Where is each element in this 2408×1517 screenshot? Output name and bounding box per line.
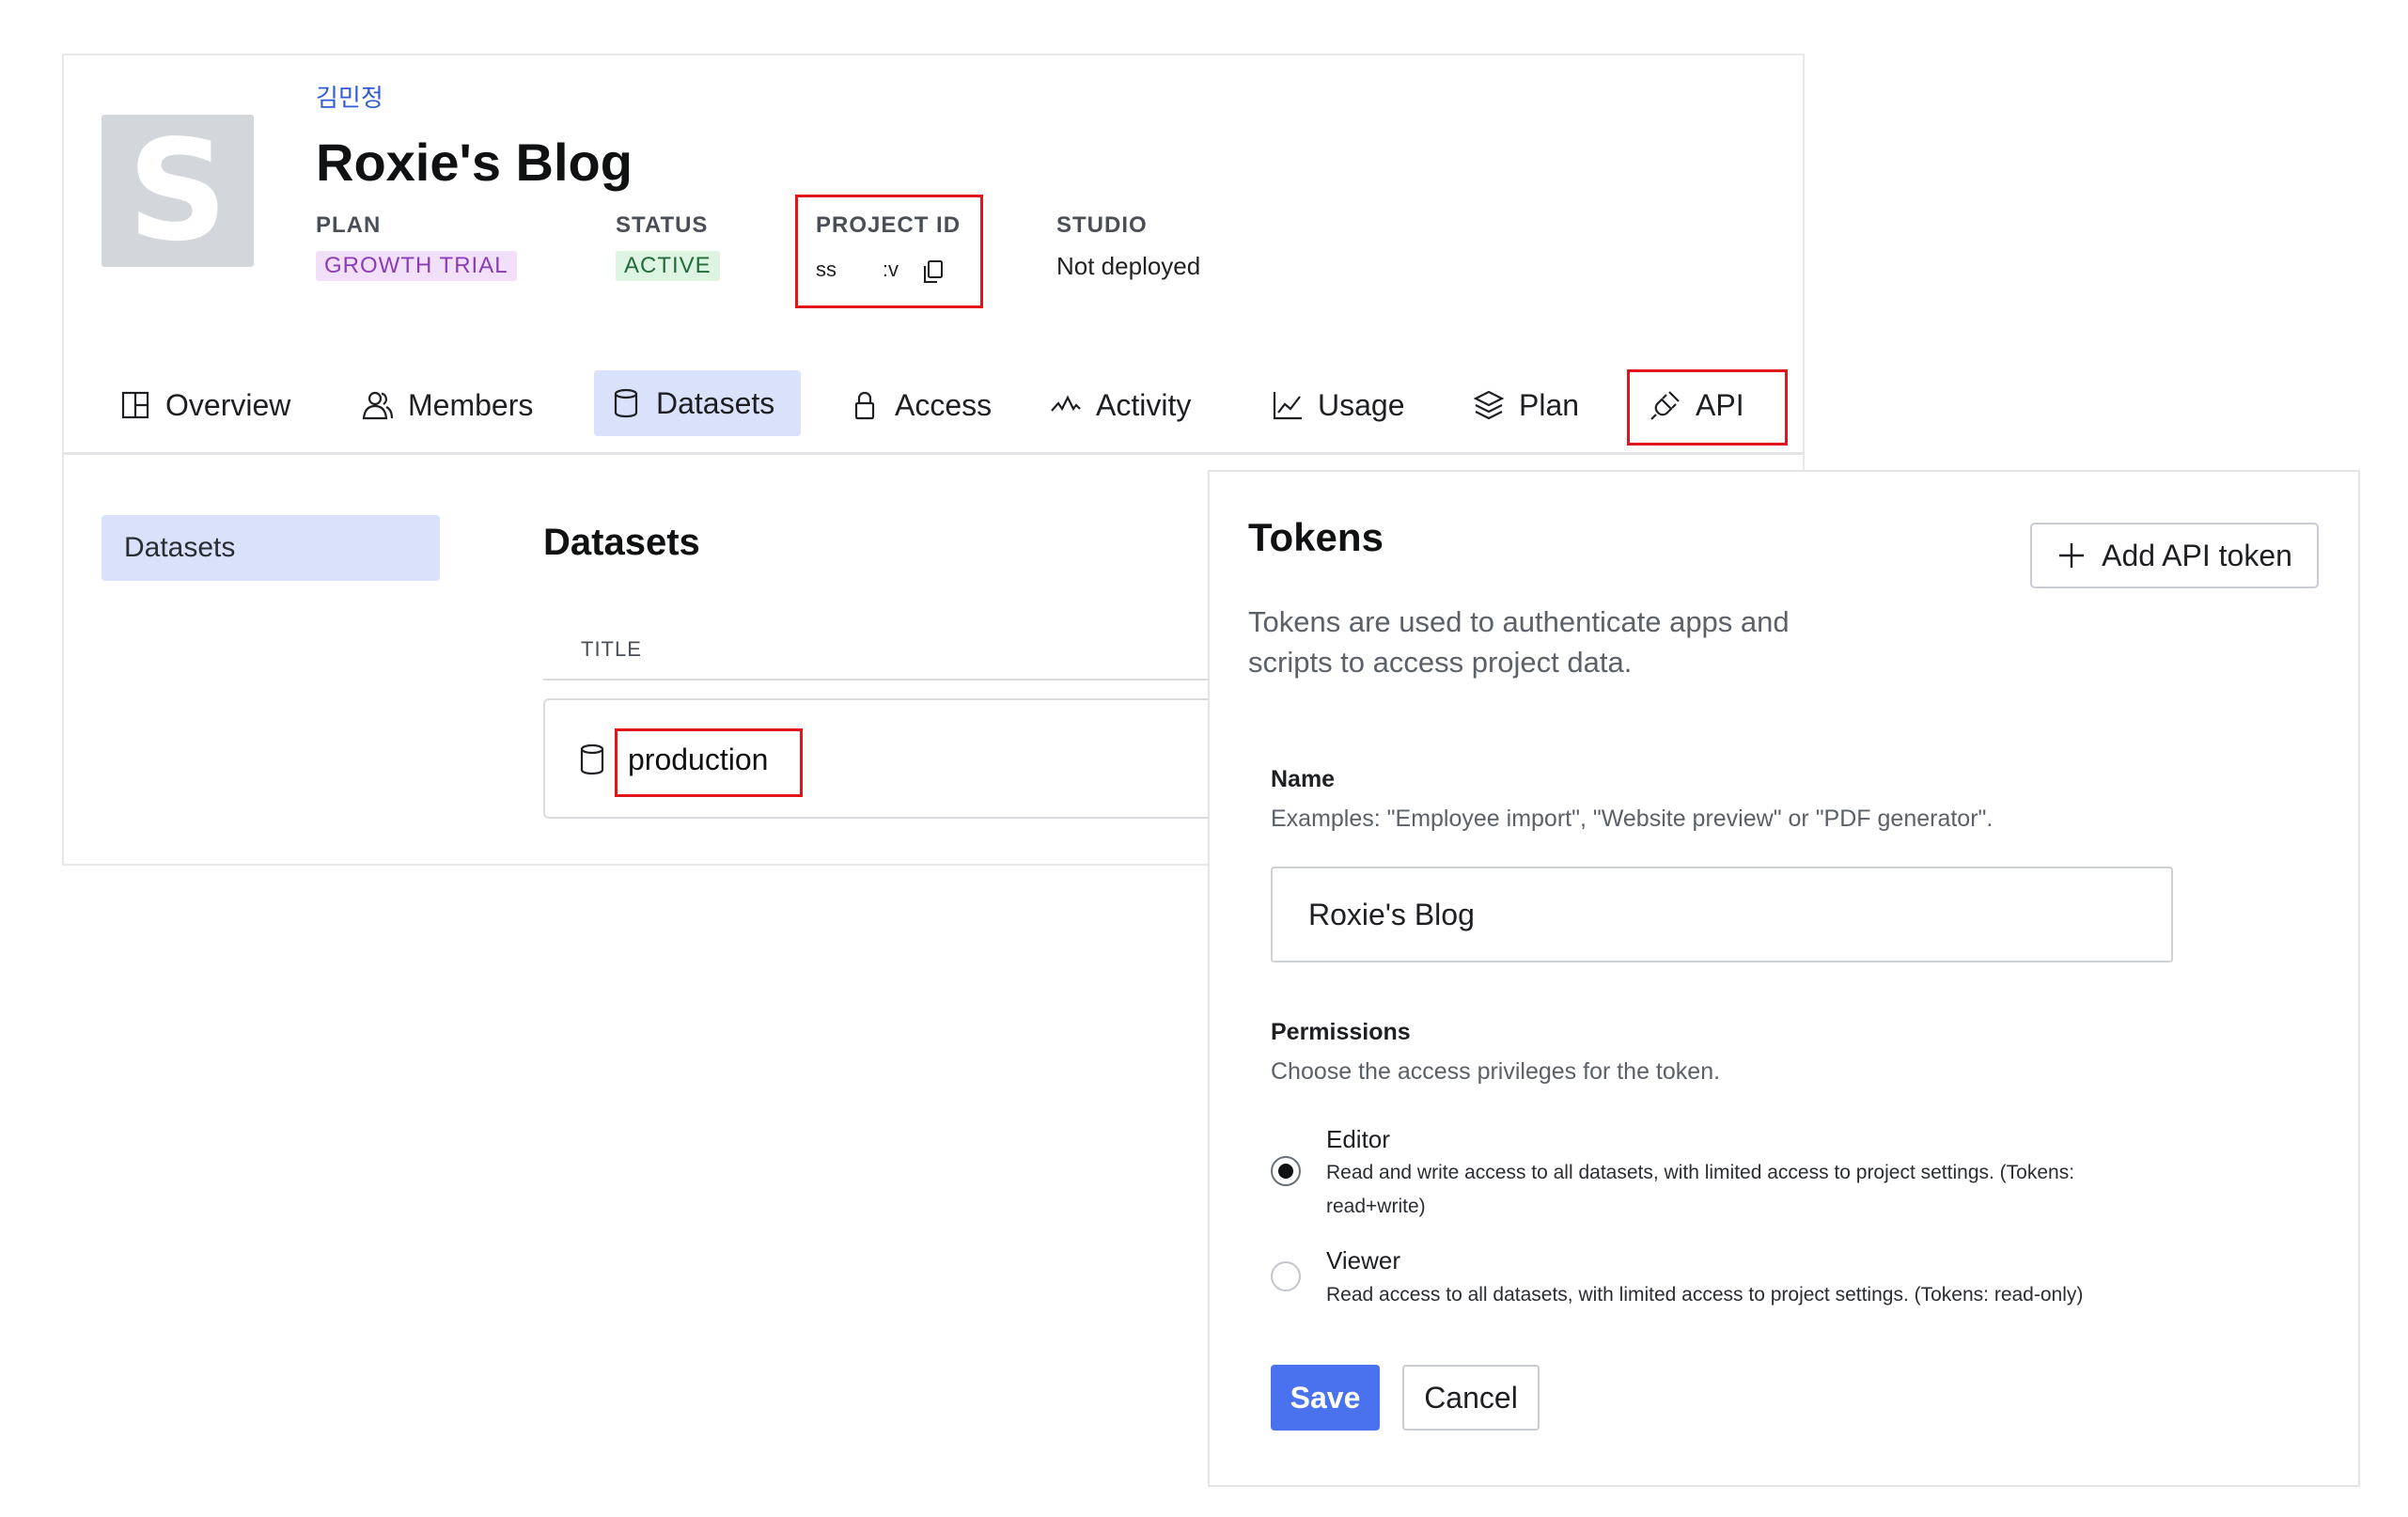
project-title: Roxie's Blog — [316, 133, 633, 192]
sidebar-item-datasets[interactable]: Datasets — [102, 515, 440, 581]
tab-activity[interactable]: Activity — [1034, 372, 1206, 438]
tab-label: Usage — [1318, 387, 1405, 422]
add-api-token-label: Add API token — [2102, 538, 2292, 572]
tab-usage[interactable]: Usage — [1256, 372, 1420, 438]
editor-option-title[interactable]: Editor — [1326, 1125, 1390, 1154]
tab-label: Activity — [1096, 387, 1192, 422]
name-field-label: Name — [1271, 766, 1336, 792]
datasets-heading: Datasets — [543, 522, 700, 563]
highlight-production — [615, 728, 803, 797]
cancel-button[interactable]: Cancel — [1402, 1365, 1540, 1431]
highlight-api-tab — [1627, 369, 1788, 446]
plan-label: PLAN — [316, 212, 382, 238]
column-header-title[interactable]: TITLE — [581, 637, 642, 662]
token-name-input[interactable] — [1271, 867, 2173, 962]
tab-plan[interactable]: Plan — [1457, 372, 1594, 438]
tokens-title: Tokens — [1248, 515, 1384, 559]
permissions-label: Permissions — [1271, 1019, 1411, 1045]
studio-value: Not deployed — [1056, 252, 1201, 280]
add-api-token-button[interactable]: Add API token — [2030, 523, 2319, 588]
users-icon — [362, 391, 394, 420]
chart-icon — [1273, 392, 1302, 420]
radio-selected-dot — [1278, 1164, 1293, 1179]
tab-datasets[interactable]: Datasets — [594, 370, 801, 436]
name-field-help: Examples: "Employee import", "Website pr… — [1271, 805, 1994, 832]
database-icon — [580, 743, 604, 775]
activity-icon — [1051, 395, 1081, 412]
tab-overview[interactable]: Overview — [103, 372, 305, 438]
project-avatar: S — [102, 115, 254, 267]
highlight-project-id — [795, 195, 983, 308]
tab-label: Datasets — [656, 385, 775, 420]
viewer-option-title[interactable]: Viewer — [1326, 1246, 1400, 1275]
database-icon — [614, 388, 638, 418]
tab-label: Overview — [165, 387, 291, 422]
permissions-help: Choose the access privileges for the tok… — [1271, 1058, 1721, 1085]
studio-label: STUDIO — [1056, 212, 1148, 238]
tab-members[interactable]: Members — [346, 372, 548, 438]
layers-icon — [1473, 390, 1505, 420]
tokens-description: Tokens are used to authenticate apps and… — [1248, 605, 1790, 679]
table-header-divider — [543, 679, 1220, 680]
status-badge: ACTIVE — [616, 251, 720, 281]
plan-badge: GROWTH TRIAL — [316, 251, 517, 281]
status-label: STATUS — [616, 212, 709, 238]
tab-label: Access — [895, 387, 993, 422]
viewer-option-description: Read access to all datasets, with limite… — [1326, 1284, 2084, 1306]
organization-name-link[interactable]: 김민정 — [316, 79, 383, 114]
tab-divider — [62, 452, 1805, 455]
save-button[interactable]: Save — [1271, 1365, 1380, 1431]
viewer-radio[interactable] — [1271, 1261, 1301, 1291]
editor-radio[interactable] — [1271, 1156, 1301, 1186]
lock-icon — [854, 391, 875, 420]
editor-option-description: Read and write access to all datasets, w… — [1326, 1162, 2075, 1217]
tab-access[interactable]: Access — [833, 372, 1007, 438]
grid-icon — [121, 391, 149, 419]
plus-icon — [2059, 543, 2085, 568]
tab-label: Plan — [1519, 387, 1580, 422]
tab-label: Members — [408, 387, 534, 422]
